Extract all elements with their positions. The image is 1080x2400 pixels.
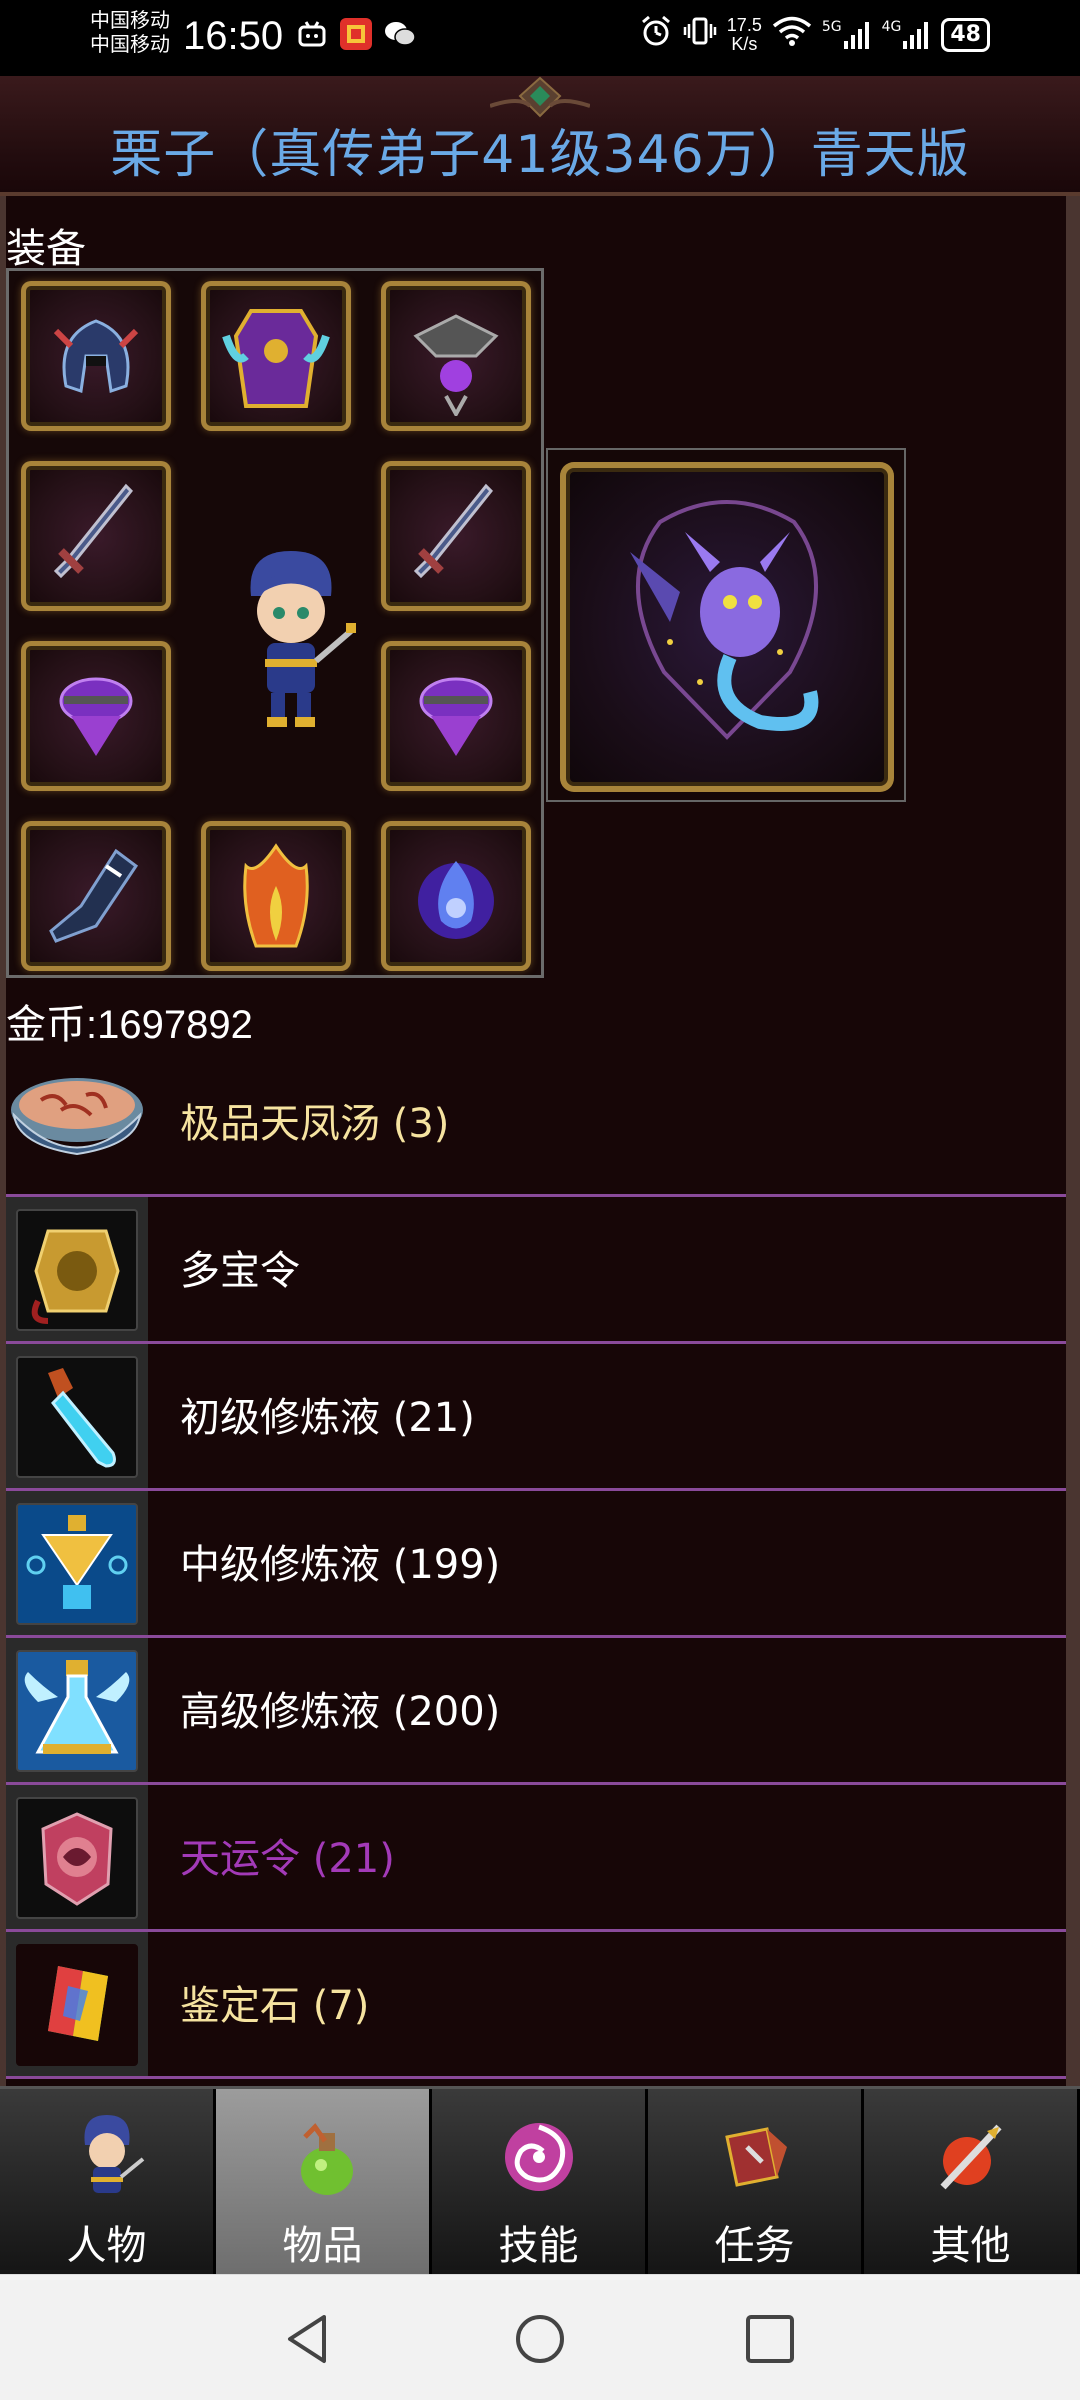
item-name: 高级修炼液 (200) xyxy=(180,1689,501,1735)
sword-icon xyxy=(53,483,134,579)
fate-token-icon xyxy=(41,1812,113,1906)
elixir-flask-icon xyxy=(26,1515,128,1609)
bilibili-icon xyxy=(296,18,328,50)
signal-5g-icon: 5G xyxy=(822,19,872,51)
gauntlet-icon xyxy=(419,677,493,756)
signal-5g-label: 5G xyxy=(821,18,842,35)
equip-slot-amulet[interactable] xyxy=(381,281,531,431)
tab-label: 物品 xyxy=(282,2223,363,2269)
other-sword-icon xyxy=(939,2124,1002,2190)
vial-icon xyxy=(48,1368,116,1468)
equip-slot-armor[interactable] xyxy=(201,281,351,431)
flame-icon xyxy=(243,843,309,948)
gold-balance: 金币:1697892 xyxy=(6,1003,253,1047)
carrier-2: 中国移动 xyxy=(90,32,170,56)
tab-label: 任务 xyxy=(714,2223,795,2269)
tab-character[interactable]: 人物 xyxy=(0,2089,216,2274)
tab-label: 其他 xyxy=(930,2223,1011,2269)
armor-icon xyxy=(222,309,330,408)
skill-swirl-icon xyxy=(504,2123,573,2191)
notification-icons xyxy=(296,18,416,50)
net-speed-unit: K/s xyxy=(731,33,758,54)
list-item[interactable]: 高级修炼液 (200) xyxy=(6,1638,1066,1785)
clock: 16:50 xyxy=(183,14,284,58)
tab-label: 技能 xyxy=(498,2223,579,2269)
list-item[interactable]: 中级修炼液 (199) xyxy=(6,1491,1066,1638)
gauntlet-icon xyxy=(59,677,133,756)
equip-slot-bracer-left[interactable] xyxy=(21,641,171,791)
page-title: 栗子（真传弟子41级346万）青天版 xyxy=(110,125,970,185)
title-bar: 栗子（真传弟子41级346万）青天版 xyxy=(0,76,1080,196)
bottom-tab-bar: 人物 物品 技能 任务 其他 xyxy=(0,2086,1080,2274)
identify-gem-icon xyxy=(48,1966,108,2041)
equipment-label: 装备 xyxy=(6,226,86,272)
item-name: 多宝令 xyxy=(180,1248,300,1294)
app-badge-icon xyxy=(340,18,372,50)
wechat-icon xyxy=(384,18,416,50)
vibrate-icon xyxy=(683,14,717,55)
status-indicators: 17.5 K/s 5G 4G 48 xyxy=(639,14,990,55)
carrier-labels: 中国移动 中国移动 xyxy=(90,8,170,56)
potion-bag-icon xyxy=(300,2123,353,2195)
sword-icon xyxy=(413,483,494,579)
item-name: 极品天凤汤 (3) xyxy=(180,1101,450,1147)
item-list: 极品天凤汤 (3) 多宝令 初级修炼液 (21) 中级修炼液 (199) 高级修… xyxy=(6,1050,1066,2079)
equip-slot-weapon-left[interactable] xyxy=(21,461,171,611)
tab-quests[interactable]: 任务 xyxy=(648,2089,864,2274)
list-item[interactable]: 天运令 (21) xyxy=(6,1785,1066,1932)
inventory-panel: 装备 金币:1697892 极品天凤汤 (3) 多宝令 初级修炼液 (21) 中… xyxy=(0,196,1080,2086)
signal-4g-label: 4G xyxy=(881,18,902,35)
list-item[interactable]: 极品天凤汤 (3) xyxy=(6,1050,1066,1197)
alarm-icon xyxy=(639,14,673,55)
tab-skills[interactable]: 技能 xyxy=(432,2089,648,2274)
amulet-icon xyxy=(413,314,499,416)
quest-flag-icon xyxy=(724,2127,787,2187)
character-avatar xyxy=(250,551,356,727)
equip-slot-orb[interactable] xyxy=(381,821,531,971)
list-item[interactable]: 鉴定石 (7) xyxy=(6,1932,1066,2079)
equip-slot-weapon-right[interactable] xyxy=(381,461,531,611)
recents-icon[interactable] xyxy=(742,2311,798,2367)
soup-bowl-icon xyxy=(11,1078,143,1156)
equipment-grid xyxy=(6,268,544,978)
wifi-icon xyxy=(772,15,812,54)
item-name: 初级修炼液 (21) xyxy=(180,1395,475,1441)
helmet-icon xyxy=(53,319,139,393)
equip-slot-boots[interactable] xyxy=(201,821,351,971)
battery-indicator: 48 xyxy=(941,17,990,52)
system-nav-bar xyxy=(0,2274,1080,2400)
pet-dragon-icon xyxy=(630,500,819,740)
equip-slot-helmet[interactable] xyxy=(21,281,171,431)
status-bar: 中国移动 中国移动 16:50 17.5 K/s 5G 4G 48 xyxy=(0,0,1080,76)
equip-slot-belt[interactable] xyxy=(21,821,171,971)
item-name: 鉴定石 (7) xyxy=(180,1983,370,2029)
list-item[interactable]: 多宝令 xyxy=(6,1197,1066,1344)
equip-slot-pet[interactable] xyxy=(546,448,906,802)
net-speed-value: 17.5 xyxy=(726,14,762,35)
item-name: 中级修炼液 (199) xyxy=(180,1542,501,1588)
back-icon[interactable] xyxy=(280,2311,336,2367)
blue-flame-orb-icon xyxy=(418,861,494,939)
tab-label: 人物 xyxy=(66,2223,147,2269)
carrier-1: 中国移动 xyxy=(90,8,170,32)
character-icon xyxy=(83,2115,144,2193)
equip-slot-bracer-right[interactable] xyxy=(381,641,531,791)
item-name: 天运令 (21) xyxy=(180,1836,395,1882)
home-icon[interactable] xyxy=(512,2311,568,2367)
net-speed: 17.5 K/s xyxy=(726,14,762,54)
tab-items[interactable]: 物品 xyxy=(216,2089,432,2274)
tab-other[interactable]: 其他 xyxy=(864,2089,1080,2274)
winged-flask-icon xyxy=(24,1660,130,1754)
signal-4g-icon: 4G xyxy=(882,19,932,51)
list-item[interactable]: 初级修炼液 (21) xyxy=(6,1344,1066,1491)
boots-icon xyxy=(49,848,139,943)
treasure-token-icon xyxy=(31,1229,120,1324)
